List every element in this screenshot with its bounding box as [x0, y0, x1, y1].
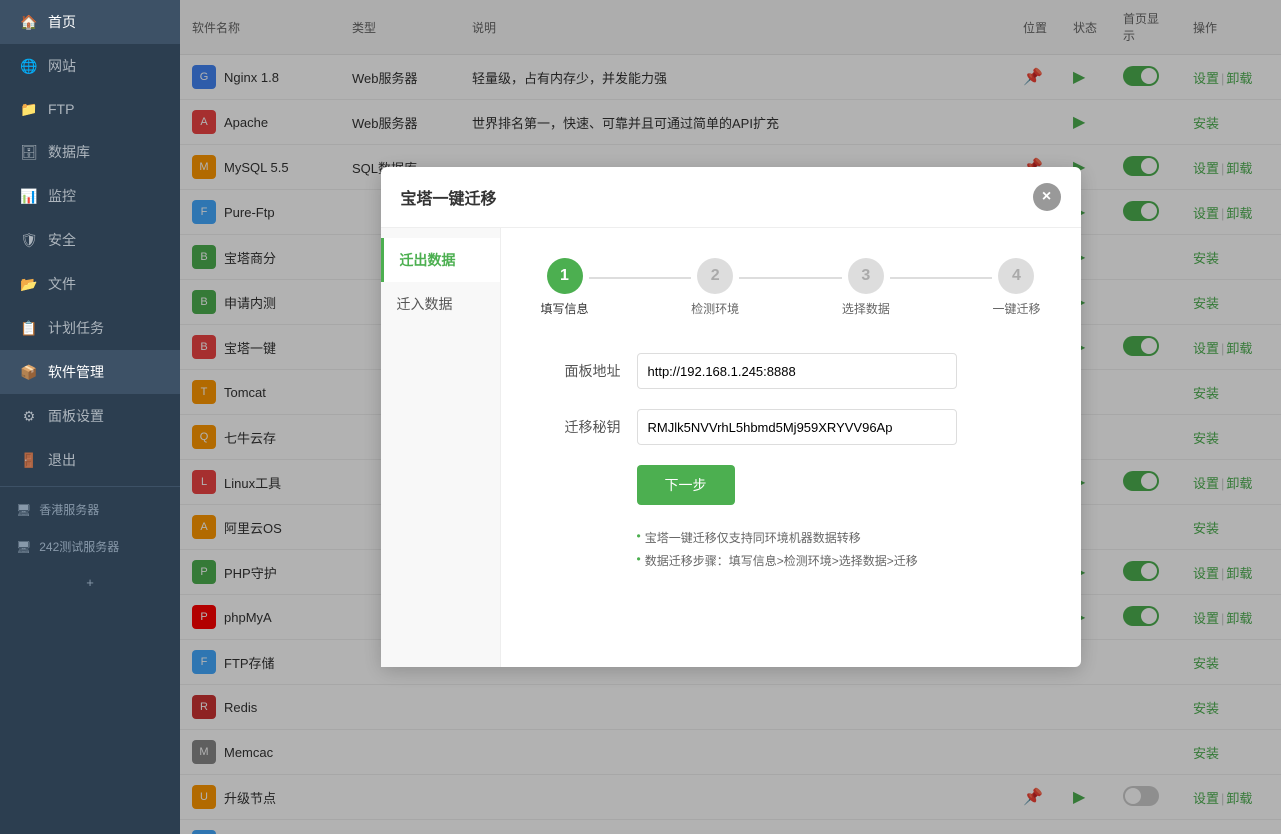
- modal-body: 迁出数据 迁入数据 1 填写信息 2 检测环境: [381, 228, 1081, 667]
- step-2: 2 检测环境: [691, 258, 739, 317]
- server-test-icon: 🖥: [16, 540, 31, 554]
- monitor-icon: 📊: [20, 187, 38, 205]
- database-icon: 🗄: [20, 143, 38, 161]
- sidebar-item-label: 首页: [48, 12, 76, 32]
- migration-steps: 1 填写信息 2 检测环境 3 选择数据: [541, 258, 1041, 317]
- sidebar-item-label: 文件: [48, 274, 76, 294]
- modal-close-button[interactable]: ×: [1033, 183, 1061, 211]
- modal-sidebar-export[interactable]: 迁出数据: [381, 238, 500, 282]
- step-4: 4 一键迁移: [992, 258, 1040, 317]
- modal-header: 宝塔一键迁移 ×: [381, 167, 1081, 228]
- sidebar-item-label: 监控: [48, 186, 76, 206]
- step-1-circle: 1: [547, 258, 583, 294]
- sidebar-item-logout[interactable]: 🚪 退出: [0, 438, 180, 482]
- step-3-label: 选择数据: [842, 300, 890, 317]
- website-icon: 🌐: [20, 57, 38, 75]
- sidebar: 🏠 首页 🌐 网站 📁 FTP 🗄 数据库 📊 监控 🛡 安全 📂 文件 📋 计…: [0, 0, 180, 834]
- step-1: 1 填写信息: [541, 258, 589, 317]
- sidebar-item-home[interactable]: 🏠 首页: [0, 0, 180, 44]
- sidebar-item-files[interactable]: 📂 文件: [0, 262, 180, 306]
- sidebar-item-label: 计划任务: [48, 318, 104, 338]
- sidebar-item-label: 网站: [48, 56, 76, 76]
- note-2: 数据迁移步骤：填写信息>检测环境>选择数据>迁移: [645, 552, 918, 569]
- migration-modal: 宝塔一键迁移 × 迁出数据 迁入数据 1 填写信息: [381, 167, 1081, 667]
- sidebar-item-website[interactable]: 🌐 网站: [0, 44, 180, 88]
- sidebar-item-database[interactable]: 🗄 数据库: [0, 130, 180, 174]
- tasks-icon: 📋: [20, 319, 38, 337]
- step-line-3: [890, 277, 993, 279]
- home-icon: 🏠: [20, 13, 38, 31]
- step-1-label: 填写信息: [541, 300, 589, 317]
- security-icon: 🛡: [20, 231, 38, 249]
- migration-key-input[interactable]: [637, 409, 957, 445]
- panel-settings-icon: ⚙: [20, 407, 38, 425]
- logout-icon: 🚪: [20, 451, 38, 469]
- files-icon: 📂: [20, 275, 38, 293]
- sidebar-item-label: 面板设置: [48, 406, 104, 426]
- panel-address-input[interactable]: [637, 353, 957, 389]
- note-1: 宝塔一键迁移仅支持同环境机器数据转移: [645, 529, 861, 546]
- sidebar-item-security[interactable]: 🛡 安全: [0, 218, 180, 262]
- server-test-label: 242测试服务器: [39, 538, 119, 555]
- sidebar-item-label: 安全: [48, 230, 76, 250]
- software-icon: 📦: [20, 363, 38, 381]
- add-server-button[interactable]: +: [0, 565, 180, 600]
- sidebar-item-software[interactable]: 📦 软件管理: [0, 350, 180, 394]
- sidebar-item-monitor[interactable]: 📊 监控: [0, 174, 180, 218]
- modal-main-content: 1 填写信息 2 检测环境 3 选择数据: [501, 228, 1081, 667]
- main-area: 软件名称 类型 说明 位置 状态 首页显示 操作 GNginx 1.8Web服务…: [180, 0, 1281, 834]
- server-hk-icon: 🖥: [16, 503, 31, 517]
- sidebar-item-panel-settings[interactable]: ⚙ 面板设置: [0, 394, 180, 438]
- step-line-1: [589, 277, 692, 279]
- modal-title: 宝塔一键迁移: [401, 185, 497, 209]
- sidebar-item-label: FTP: [48, 101, 74, 117]
- sidebar-item-label: 退出: [48, 450, 76, 470]
- sidebar-server-test[interactable]: 🖥 242测试服务器: [0, 528, 180, 565]
- sidebar-server-hk[interactable]: 🖥 香港服务器: [0, 491, 180, 528]
- step-2-label: 检测环境: [691, 300, 739, 317]
- modal-overlay[interactable]: 宝塔一键迁移 × 迁出数据 迁入数据 1 填写信息: [180, 0, 1281, 834]
- sidebar-divider: [0, 486, 180, 487]
- panel-address-row: 面板地址: [541, 353, 1041, 389]
- migration-key-label: 迁移秘钥: [541, 417, 621, 437]
- migration-notes: 宝塔一键迁移仅支持同环境机器数据转移 数据迁移步骤：填写信息>检测环境>选择数据…: [637, 529, 1041, 569]
- step-4-label: 一键迁移: [992, 300, 1040, 317]
- ftp-icon: 📁: [20, 100, 38, 118]
- modal-sidebar: 迁出数据 迁入数据: [381, 228, 501, 667]
- migration-key-row: 迁移秘钥: [541, 409, 1041, 445]
- step-3: 3 选择数据: [842, 258, 890, 317]
- sidebar-item-ftp[interactable]: 📁 FTP: [0, 88, 180, 130]
- panel-address-label: 面板地址: [541, 361, 621, 381]
- step-4-circle: 4: [998, 258, 1034, 294]
- sidebar-item-label: 软件管理: [48, 362, 104, 382]
- modal-sidebar-import[interactable]: 迁入数据: [381, 282, 500, 326]
- step-2-circle: 2: [697, 258, 733, 294]
- step-3-circle: 3: [848, 258, 884, 294]
- server-hk-label: 香港服务器: [39, 501, 99, 518]
- step-line-2: [739, 277, 842, 279]
- next-step-button[interactable]: 下一步: [637, 465, 735, 505]
- sidebar-item-label: 数据库: [48, 142, 90, 162]
- sidebar-item-tasks[interactable]: 📋 计划任务: [0, 306, 180, 350]
